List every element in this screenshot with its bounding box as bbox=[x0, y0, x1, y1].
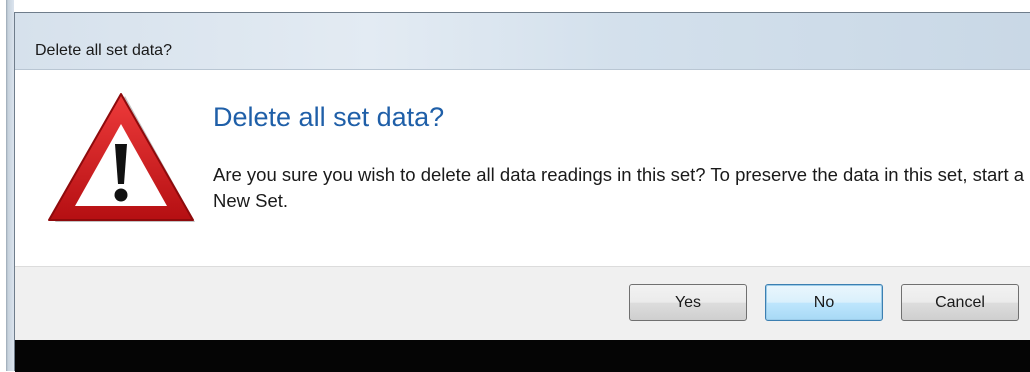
main-instruction: Delete all set data? bbox=[213, 102, 445, 132]
dialog-titlebar[interactable]: Delete all set data? bbox=[15, 13, 1030, 70]
bottom-black-strip bbox=[15, 340, 1030, 372]
dialog-message: Are you sure you wish to delete all data… bbox=[213, 164, 1025, 211]
cancel-button[interactable]: Cancel bbox=[901, 284, 1019, 321]
confirm-dialog: Delete all set data? Delete all set data… bbox=[14, 12, 1030, 372]
dialog-content: Delete all set data? Are you sure you wi… bbox=[15, 70, 1030, 266]
dialog-button-bar: Yes No Cancel bbox=[15, 266, 1030, 341]
dialog-title: Delete all set data? bbox=[35, 42, 172, 59]
warning-icon bbox=[48, 93, 195, 222]
background-window-edge bbox=[0, 0, 14, 371]
yes-button[interactable]: Yes bbox=[629, 284, 747, 321]
no-button[interactable]: No bbox=[765, 284, 883, 321]
